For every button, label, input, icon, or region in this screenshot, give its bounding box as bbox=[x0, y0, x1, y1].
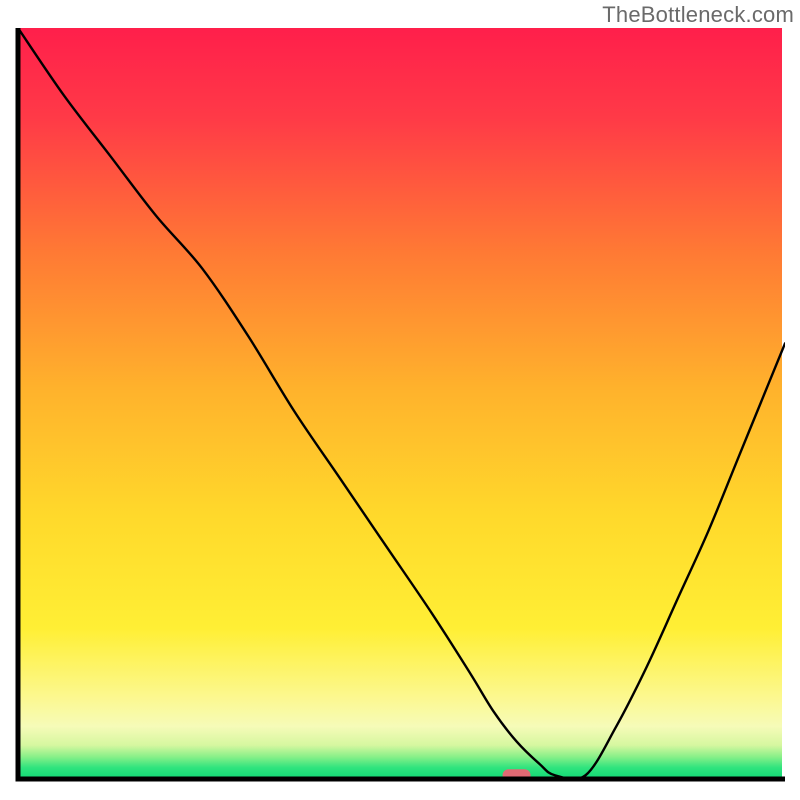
chart-svg bbox=[15, 28, 785, 785]
watermark-text: TheBottleneck.com bbox=[602, 2, 794, 28]
background-gradient bbox=[18, 28, 782, 779]
chart-frame: TheBottleneck.com bbox=[0, 0, 800, 800]
plot-area bbox=[15, 28, 785, 785]
